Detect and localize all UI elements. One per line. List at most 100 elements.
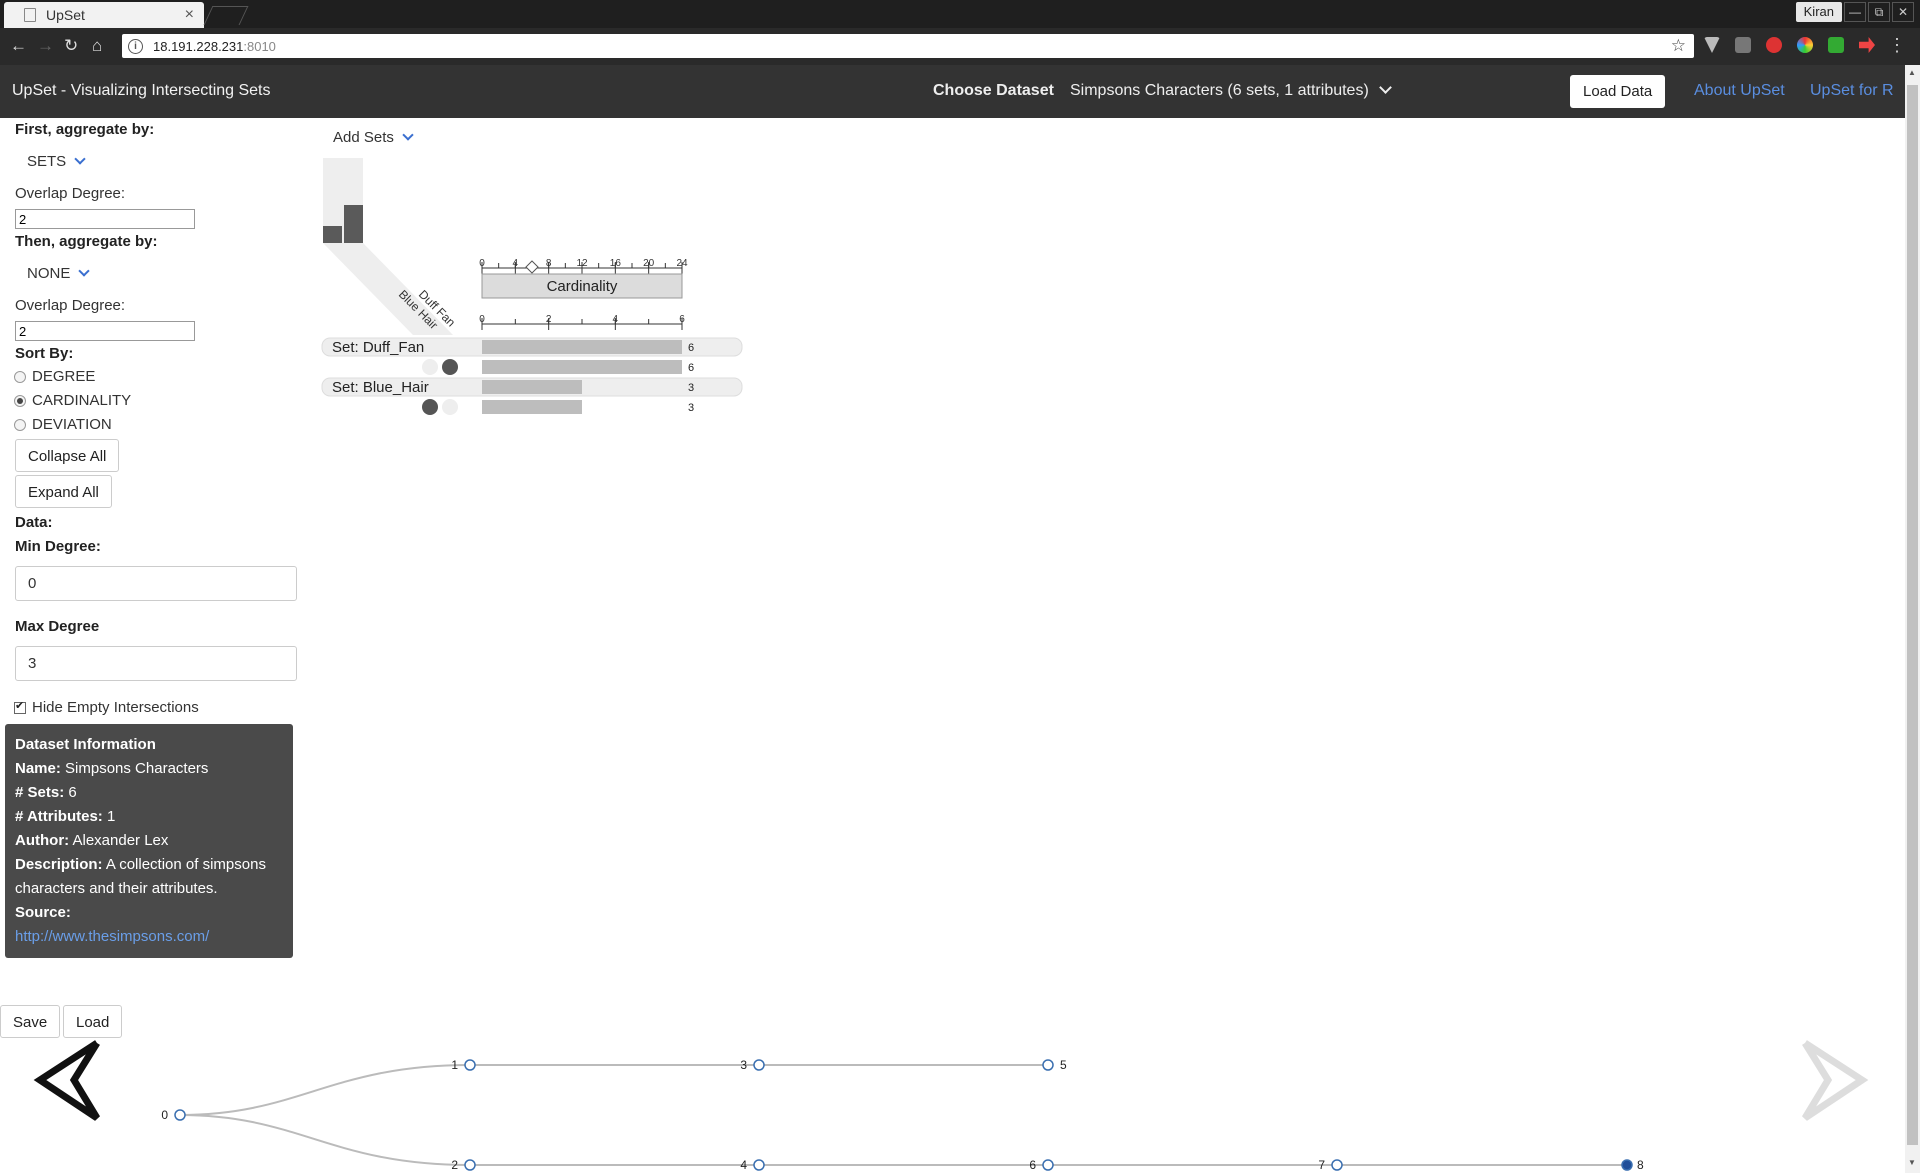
history-node[interactable] [1621, 1159, 1633, 1171]
radio-button[interactable] [14, 418, 26, 431]
sort-cardinality-radio[interactable]: CARDINALITY [14, 392, 131, 409]
upset-for-r-link[interactable]: UpSet for R [1810, 82, 1894, 100]
close-window-button[interactable]: ✕ [1892, 2, 1914, 22]
minimize-button[interactable]: — [1844, 2, 1866, 22]
scroll-up-icon[interactable]: ▲ [1908, 68, 1916, 77]
then-aggregate-dropdown[interactable]: NONE [27, 265, 91, 282]
info-icon[interactable]: i [128, 38, 143, 54]
set-size-bar-duff-fan[interactable] [323, 226, 342, 243]
history-node[interactable] [753, 1159, 765, 1171]
cardinality-label: Cardinality [547, 278, 618, 295]
new-tab-button[interactable] [203, 6, 249, 25]
browser-tab[interactable]: UpSet × [4, 2, 204, 28]
max-degree-label: Max Degree [15, 618, 100, 635]
reload-icon[interactable]: ↻ [64, 36, 78, 56]
group-row[interactable]: Set: Duff_Fan 6 [321, 337, 743, 357]
set-size-bar-blue-hair[interactable] [344, 205, 363, 243]
chevron-down-icon [74, 153, 86, 165]
sort-by-label: Sort By: [15, 345, 74, 362]
cardinality-bar[interactable] [482, 380, 582, 394]
forward-icon[interactable]: → [37, 36, 54, 56]
cardinality-axis-top: 0 4 8 12 16 20 24 [479, 258, 688, 274]
source-link[interactable]: http://www.thesimpsons.com/ [15, 928, 209, 945]
extension-v-icon[interactable] [1704, 37, 1720, 53]
history-edge [179, 1064, 471, 1116]
history-node[interactable] [464, 1059, 476, 1071]
group-row[interactable]: Set: Blue_Hair 3 [321, 377, 743, 397]
scroll-thumb[interactable] [1907, 85, 1918, 1145]
extension-check-icon[interactable] [1828, 37, 1844, 53]
max-degree-input[interactable] [15, 646, 297, 681]
save-button[interactable]: Save [0, 1005, 61, 1038]
extension-evernote-icon[interactable] [1735, 37, 1751, 53]
dataset-select-value: Simpsons Characters (6 sets, 1 attribute… [1070, 82, 1369, 99]
load-data-button[interactable]: Load Data [1570, 75, 1666, 108]
history-node-label: 4 [740, 1158, 747, 1172]
min-degree-input[interactable] [15, 566, 297, 601]
next-state-arrow-icon[interactable] [1800, 1038, 1870, 1123]
sort-deviation-radio[interactable]: DEVIATION [14, 416, 112, 433]
history-node[interactable] [1331, 1159, 1343, 1171]
hide-empty-label: Hide Empty Intersections [32, 699, 199, 716]
extension-ublock-icon[interactable] [1766, 37, 1782, 53]
page-scrollbar[interactable]: ▲ ▼ [1905, 65, 1920, 1173]
author-name: Alexander Lex [72, 832, 169, 849]
cardinality-bar[interactable] [482, 360, 682, 374]
history-node[interactable] [1042, 1159, 1054, 1171]
restore-button[interactable]: ⧉ [1868, 2, 1890, 22]
history-node[interactable] [753, 1059, 765, 1071]
profile-button[interactable]: Kiran [1795, 2, 1842, 22]
cardinality-scale-handle[interactable] [525, 260, 539, 274]
cardinality-bar[interactable] [482, 340, 682, 354]
chevron-down-icon [78, 265, 91, 277]
expand-all-button[interactable]: Expand All [15, 475, 112, 508]
cardinality-bar[interactable] [482, 400, 582, 414]
back-icon[interactable]: ← [10, 36, 27, 56]
axis-tick-label: 4 [513, 258, 519, 269]
extension-arrow-icon[interactable] [1859, 37, 1875, 53]
checkbox-checked[interactable] [14, 699, 26, 714]
chevron-down-icon [1378, 81, 1392, 94]
home-icon[interactable]: ⌂ [92, 36, 102, 56]
sort-degree-radio[interactable]: DEGREE [14, 368, 95, 385]
axis-tick-label: 16 [610, 258, 622, 269]
dataset-select[interactable]: Simpsons Characters (6 sets, 1 attribute… [1070, 81, 1392, 100]
cardinality-value: 3 [688, 402, 694, 414]
close-tab-icon[interactable]: × [185, 6, 194, 24]
browser-tab-bar: UpSet × Kiran — ⧉ ✕ [0, 0, 1920, 28]
subset-row[interactable]: 3 [422, 399, 694, 415]
sort-option-label: DEGREE [32, 368, 96, 385]
add-sets-dropdown[interactable]: Add Sets [333, 129, 414, 146]
hide-empty-checkbox[interactable]: Hide Empty Intersections [14, 699, 199, 716]
axis-tick-label: 24 [676, 258, 688, 269]
axis-tick-label: 8 [546, 258, 552, 269]
about-upset-link[interactable]: About UpSet [1694, 82, 1785, 100]
collapse-all-button[interactable]: Collapse All [15, 439, 120, 472]
browser-menu-icon[interactable]: ⋮ [1888, 35, 1906, 56]
history-node-label: 5 [1060, 1058, 1067, 1072]
subset-row[interactable]: 6 [422, 359, 694, 375]
description-line-2: characters and their attributes. [15, 880, 218, 897]
overlap-degree-input-1[interactable] [15, 209, 195, 229]
url-host: 18.191.228.231 [153, 38, 244, 54]
app-title: UpSet - Visualizing Intersecting Sets [12, 82, 271, 99]
radio-button[interactable] [14, 370, 26, 383]
history-node[interactable] [464, 1159, 476, 1171]
load-button[interactable]: Load [63, 1005, 123, 1038]
history-node[interactable] [174, 1109, 186, 1121]
first-aggregate-dropdown[interactable]: SETS [27, 153, 86, 170]
sort-option-label: CARDINALITY [32, 392, 132, 409]
extension-color-icon[interactable] [1797, 37, 1813, 53]
group-row-label: Set: Duff_Fan [332, 339, 424, 356]
address-bar[interactable]: i 18.191.228.231:8010 ☆ [122, 34, 1694, 58]
history-node-label: 6 [1029, 1158, 1036, 1172]
bookmark-star-icon[interactable]: ☆ [1671, 36, 1686, 56]
source-label: Source: [15, 904, 71, 921]
cardinality-value: 3 [688, 382, 694, 394]
scroll-down-icon[interactable]: ▼ [1908, 1158, 1916, 1167]
axis-tick-label: 2 [546, 314, 552, 325]
radio-button-selected[interactable] [14, 394, 26, 407]
history-node[interactable] [1042, 1059, 1054, 1071]
then-aggregate-label: Then, aggregate by: [15, 233, 158, 250]
overlap-degree-input-2[interactable] [15, 321, 195, 341]
